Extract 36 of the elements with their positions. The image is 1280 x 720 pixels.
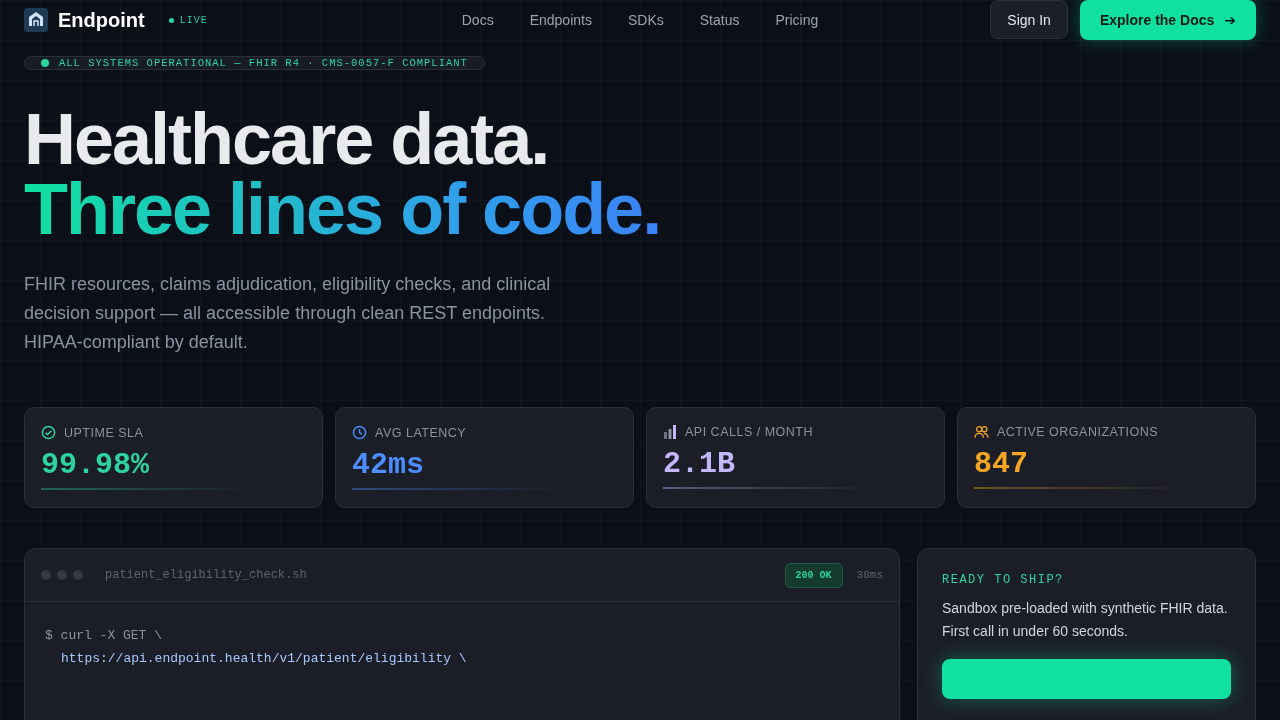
live-badge: LIVE	[168, 14, 208, 26]
check-circle-icon	[41, 425, 56, 440]
sign-in-button[interactable]: Sign In	[990, 0, 1068, 39]
nav-link[interactable]: Status	[699, 12, 740, 28]
logo-icon	[24, 8, 48, 32]
clock-icon	[352, 425, 367, 440]
headline: Healthcare data.	[24, 104, 550, 174]
window-dot	[73, 570, 83, 580]
stat-value: 99.98%	[41, 448, 151, 482]
nav-link[interactable]: Docs	[461, 12, 494, 28]
stat-label: ACTIVE ORGANIZATIONS	[997, 425, 1159, 439]
nav-link[interactable]: SDKs	[627, 12, 664, 28]
status-badge: 200 OK	[784, 562, 843, 588]
window-dot	[57, 570, 67, 580]
code-line: https://api.endpoint.health/v1/patient/eligibility \	[60, 650, 468, 668]
stat-value: 2.1B	[663, 447, 736, 481]
brand-name: Endpoint	[58, 8, 145, 32]
file-name: patient_eligibility_check.sh	[105, 568, 308, 582]
stat-label: API CALLS / MONTH	[685, 425, 813, 439]
users-icon	[974, 425, 989, 439]
nav-link[interactable]: Pricing	[775, 12, 819, 28]
code-line: $ curl -X GET \	[45, 627, 164, 645]
stat-label: AVG LATENCY	[375, 425, 467, 440]
stat-value: 42ms	[352, 448, 425, 482]
explore-docs-button[interactable]: Explore the Docs ➔	[1079, 0, 1256, 40]
sandbox-button[interactable]	[942, 659, 1231, 699]
nav-link[interactable]: Endpoints	[529, 12, 592, 28]
hero-description: FHIR resources, claims adjudication, eligibility checks, and clinical decision support — all accessible through clean REST endpoints. HIPAA-compliant by default.	[24, 273, 552, 354]
response-time: 38ms	[856, 569, 883, 581]
ship-text: Sandbox pre-loaded with synthetic FHIR data. First call in under 60 seconds.	[942, 599, 1229, 641]
stat-value: 847	[974, 447, 1029, 481]
status-pill: ALL SYSTEMS OPERATIONAL — FHIR R4 · CMS-0057-F COMPLIANT	[24, 56, 485, 70]
stat-label: UPTIME SLA	[64, 425, 144, 440]
ship-eyebrow: READY TO SHIP?	[942, 573, 1065, 587]
bar-chart-icon	[663, 425, 677, 439]
window-dot	[41, 570, 51, 580]
